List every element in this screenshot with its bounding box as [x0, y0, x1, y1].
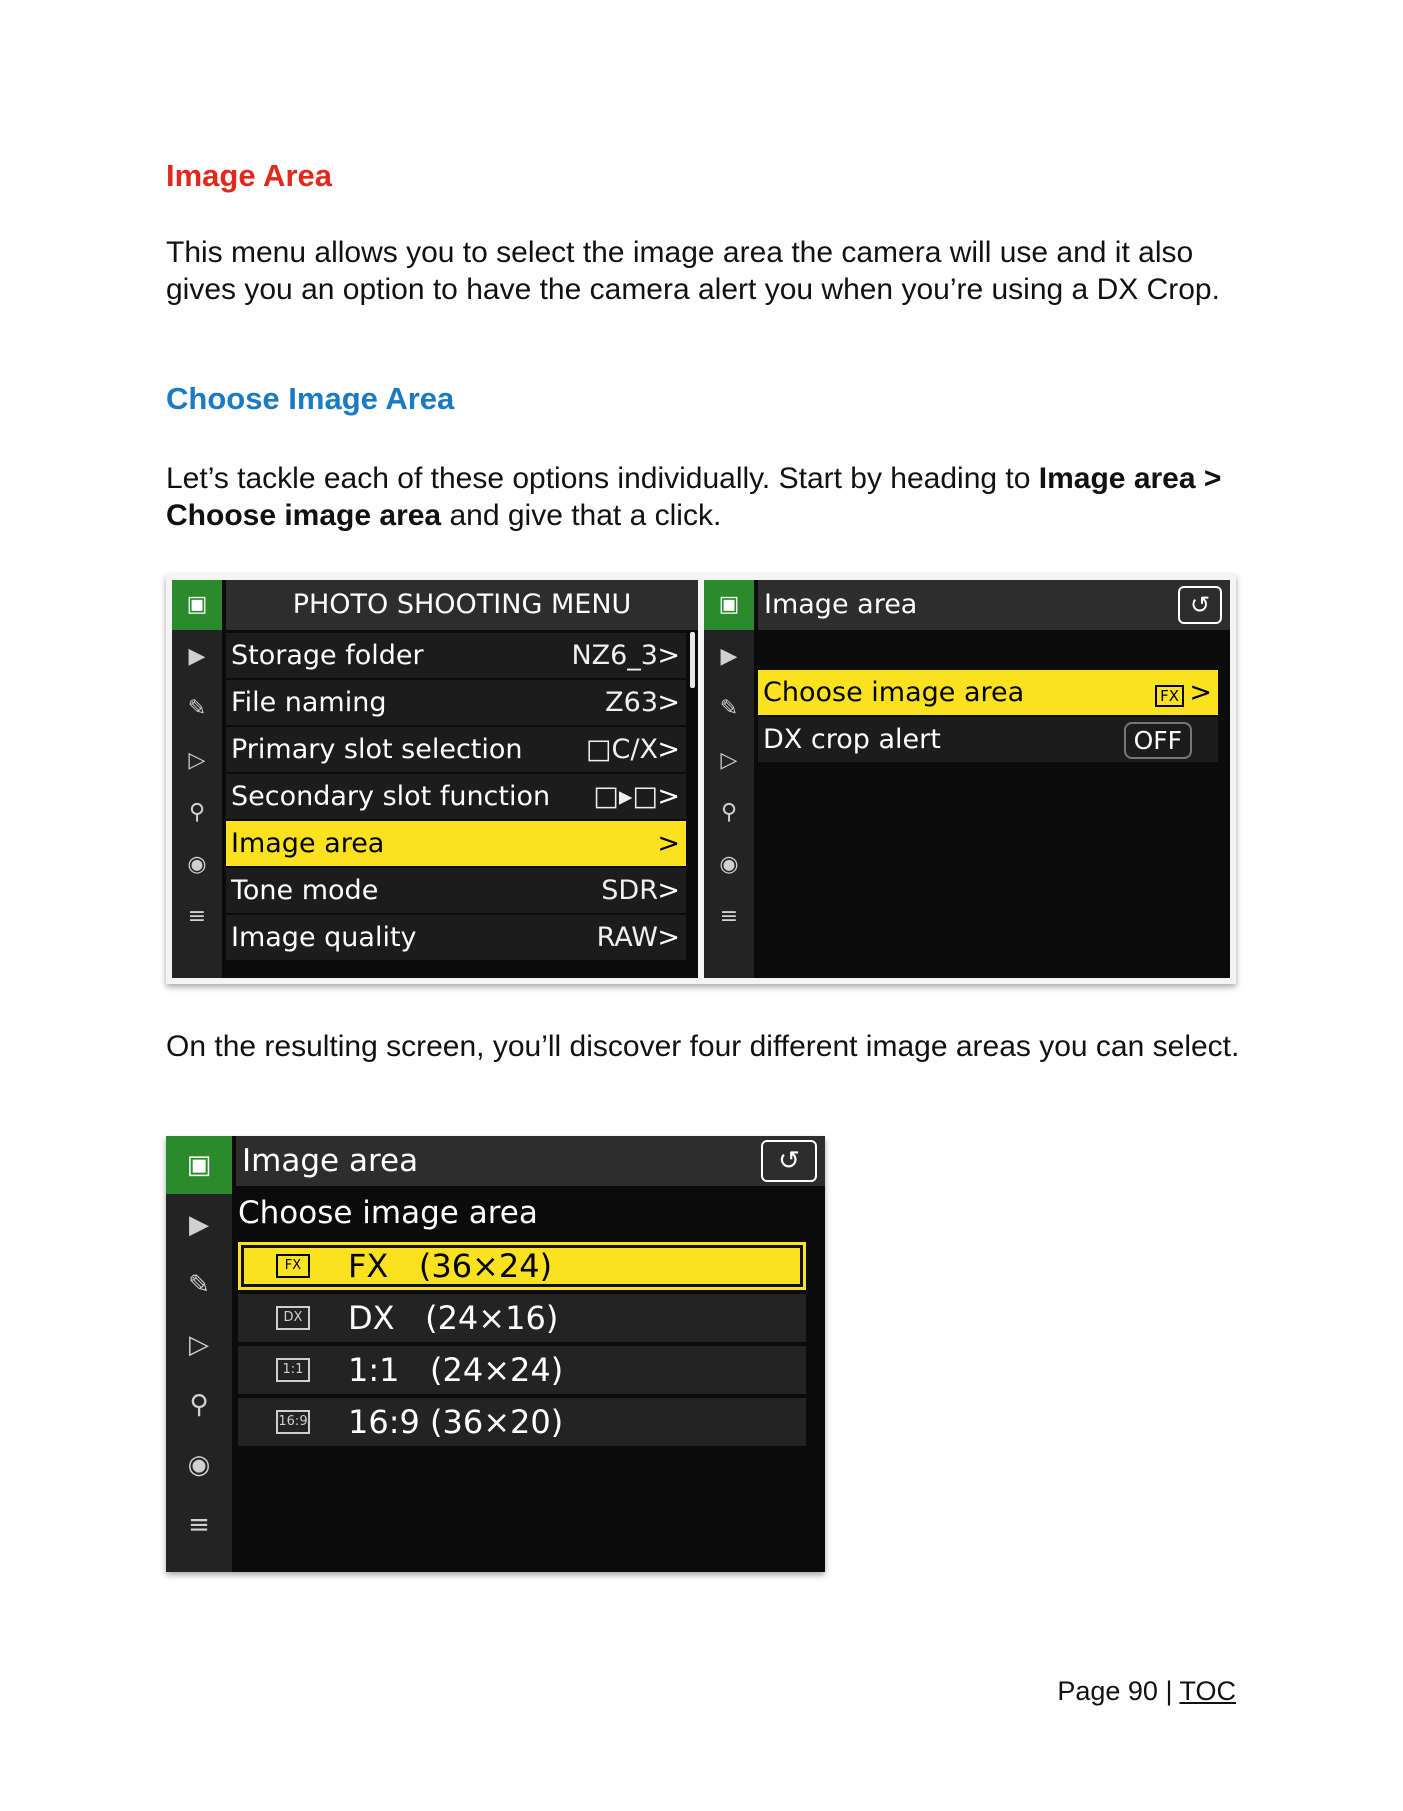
wide-frame-icon: 16:9 — [276, 1410, 310, 1434]
option-16-9[interactable]: 16:9 16:9 (36×20) — [238, 1398, 806, 1446]
screen-title: Image area ↺ — [236, 1136, 825, 1186]
menu-item-label: DX crop alert — [763, 724, 941, 755]
my-menu-icon[interactable]: ≡ — [172, 892, 222, 942]
wrench-icon[interactable]: ⚲ — [166, 1376, 232, 1434]
menu-item-tone-mode[interactable]: Tone mode SDR > — [226, 868, 686, 913]
scrollbar[interactable] — [690, 632, 695, 688]
square-frame-icon: 1:1 — [276, 1358, 310, 1382]
menu-item-primary-slot[interactable]: Primary slot selection □C/X > — [226, 727, 686, 772]
page-number: Page 90 | — [1057, 1676, 1180, 1706]
submenu-title-text: Image area — [764, 589, 918, 620]
option-dx[interactable]: DX DX (24×16) — [238, 1294, 806, 1342]
back-icon[interactable]: ↺ — [1178, 586, 1222, 624]
menu-item-file-naming[interactable]: File naming Z63 > — [226, 680, 686, 725]
menu-item-label: Choose image area — [763, 677, 1025, 708]
section-heading: Image Area — [166, 158, 332, 193]
menu-item-value: RAW — [596, 922, 658, 953]
option-label: DX (24×16) — [348, 1299, 559, 1337]
my-menu-icon[interactable]: ≡ — [166, 1496, 232, 1554]
menu-item-secondary-slot[interactable]: Secondary slot function □▸□ > — [226, 774, 686, 819]
screen-title-text: Image area — [242, 1143, 419, 1179]
wrench-icon[interactable]: ⚲ — [704, 788, 754, 838]
options-paragraph: On the resulting screen, you’ll discover… — [166, 1030, 1240, 1063]
photo-shooting-menu-screen: ▣ ▶ ✎ ▷ ⚲ ◉ ≡ PHOTO SHOOTING MENU Storag… — [172, 580, 698, 978]
menu-item-label: Image area — [231, 828, 385, 859]
menu-title: PHOTO SHOOTING MENU — [226, 580, 698, 630]
movie-icon[interactable]: ▶ — [172, 632, 222, 682]
option-fx[interactable]: FX FX (36×24) — [238, 1242, 806, 1290]
instruction-prefix: Let’s tackle each of these options indiv… — [166, 462, 1039, 495]
pencil-icon[interactable]: ✎ — [166, 1256, 232, 1314]
camera-screenshot-pair: ▣ ▶ ✎ ▷ ⚲ ◉ ≡ PHOTO SHOOTING MENU Storag… — [166, 574, 1236, 984]
menu-item-value: NZ6_3 — [571, 640, 658, 671]
menu-item-label: Secondary slot function — [231, 781, 551, 812]
menu-item-label: Tone mode — [231, 875, 379, 906]
camera-icon[interactable]: ▣ — [172, 580, 222, 630]
menu-item-label: Storage folder — [231, 640, 424, 671]
chevron-right-icon: > — [657, 734, 680, 765]
dx-frame-icon: DX — [276, 1306, 310, 1330]
movie-icon[interactable]: ▶ — [704, 632, 754, 682]
menu-tab-sidebar: ▣ ▶ ✎ ▷ ⚲ ◉ ≡ — [172, 580, 222, 978]
menu-item-dx-crop-alert[interactable]: DX crop alert OFF — [758, 717, 1218, 762]
menu-item-label: File naming — [231, 687, 387, 718]
option-label: FX (36×24) — [348, 1247, 553, 1285]
menu-item-value: □▸□ — [593, 781, 658, 812]
screen-subtitle: Choose image area — [238, 1195, 538, 1231]
pencil-icon[interactable]: ✎ — [172, 684, 222, 734]
intro-paragraph: This menu allows you to select the image… — [166, 236, 1220, 306]
network-icon[interactable]: ◉ — [704, 840, 754, 890]
menu-item-storage-folder[interactable]: Storage folder NZ6_3 > — [226, 633, 686, 678]
choose-image-area-screen: ▣ ▶ ✎ ▷ ⚲ ◉ ≡ Image area ↺ Choose image a… — [166, 1136, 825, 1572]
menu-item-image-quality[interactable]: Image quality RAW > — [226, 915, 686, 960]
chevron-right-icon: > — [657, 828, 680, 859]
toc-link[interactable]: TOC — [1179, 1676, 1236, 1706]
playback-icon[interactable]: ▷ — [704, 736, 754, 786]
menu-item-label: Image quality — [231, 922, 417, 953]
network-icon[interactable]: ◉ — [172, 840, 222, 890]
menu-tab-sidebar: ▣ ▶ ✎ ▷ ⚲ ◉ ≡ — [704, 580, 754, 978]
page-footer: Page 90 | TOC — [1057, 1676, 1236, 1707]
fx-badge-wrap: FX — [1155, 670, 1184, 715]
menu-item-value: SDR — [601, 875, 658, 906]
playback-icon[interactable]: ▷ — [172, 736, 222, 786]
network-icon[interactable]: ◉ — [166, 1436, 232, 1494]
fx-badge-icon: FX — [1155, 685, 1184, 707]
movie-icon[interactable]: ▶ — [166, 1196, 232, 1254]
option-label: 1:1 (24×24) — [348, 1351, 564, 1389]
submenu-title: Image area ↺ — [758, 580, 1230, 630]
chevron-right-icon: > — [657, 922, 680, 953]
pencil-icon[interactable]: ✎ — [704, 684, 754, 734]
instruction-paragraph: Let’s tackle each of these options indiv… — [166, 460, 1246, 534]
menu-tab-sidebar: ▣ ▶ ✎ ▷ ⚲ ◉ ≡ — [166, 1136, 232, 1572]
menu-item-choose-image-area[interactable]: Choose image area FX > — [758, 670, 1218, 715]
playback-icon[interactable]: ▷ — [166, 1316, 232, 1374]
subsection-heading: Choose Image Area — [166, 381, 455, 416]
menu-item-label: Primary slot selection — [231, 734, 523, 765]
chevron-right-icon: > — [1189, 677, 1212, 708]
option-1-1[interactable]: 1:1 1:1 (24×24) — [238, 1346, 806, 1394]
back-icon[interactable]: ↺ — [761, 1140, 817, 1182]
chevron-right-icon: > — [657, 781, 680, 812]
camera-icon[interactable]: ▣ — [166, 1136, 232, 1194]
image-area-submenu-screen: ▣ ▶ ✎ ▷ ⚲ ◉ ≡ Image area ↺ Choose image a… — [704, 580, 1230, 978]
instruction-suffix: and give that a click. — [441, 499, 722, 532]
wrench-icon[interactable]: ⚲ — [172, 788, 222, 838]
chevron-right-icon: > — [657, 875, 680, 906]
off-toggle[interactable]: OFF — [1123, 722, 1192, 759]
chevron-right-icon: > — [657, 687, 680, 718]
menu-item-value: □C/X — [586, 734, 658, 765]
option-label: 16:9 (36×20) — [348, 1403, 564, 1441]
camera-icon[interactable]: ▣ — [704, 580, 754, 630]
menu-item-value: Z63 — [605, 687, 658, 718]
menu-item-image-area[interactable]: Image area > — [226, 821, 686, 866]
fx-frame-icon: FX — [276, 1254, 310, 1278]
my-menu-icon[interactable]: ≡ — [704, 892, 754, 942]
chevron-right-icon: > — [657, 640, 680, 671]
